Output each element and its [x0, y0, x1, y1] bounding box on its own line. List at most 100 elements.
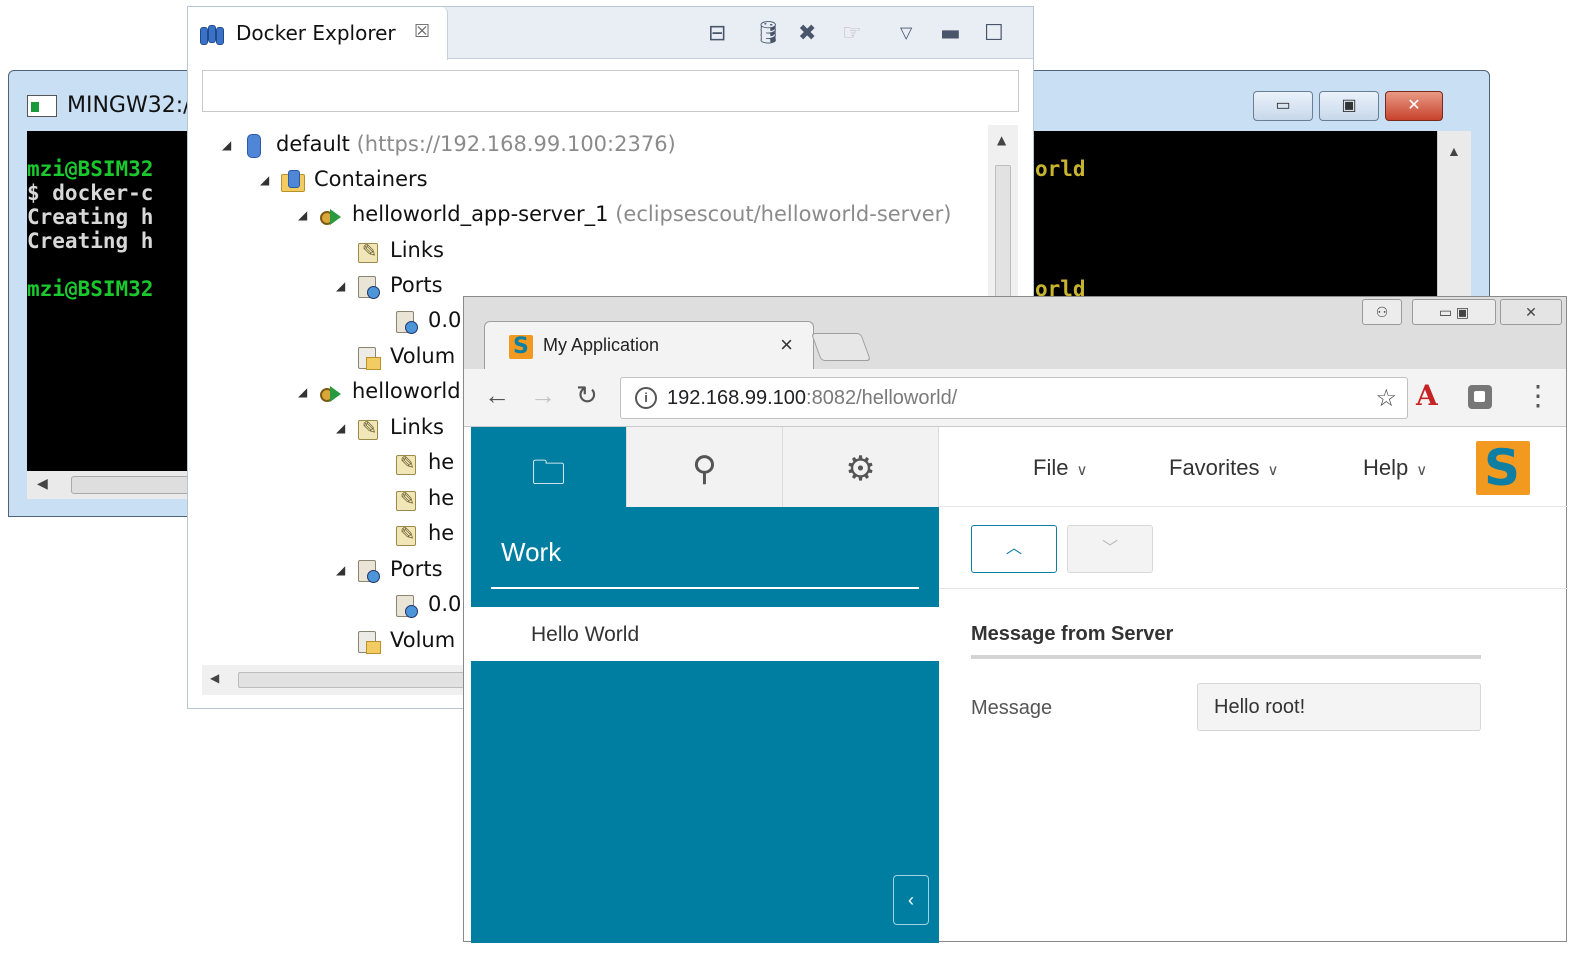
browser-tab-my-application[interactable]: S My Application × — [484, 321, 814, 369]
tree-node-ports[interactable]: ◢ Ports — [336, 270, 443, 300]
outline-node-hello-world[interactable]: Hello World — [531, 623, 639, 647]
expand-arrow-icon[interactable]: ◢ — [336, 271, 356, 301]
containers-folder-icon — [280, 168, 305, 192]
tree-node-connection[interactable]: ◢ default (https://192.168.99.100:2376) — [222, 129, 676, 159]
tree-node-port[interactable]: 0.0 — [374, 589, 461, 619]
ports-icon — [356, 274, 380, 299]
scrollbar-thumb[interactable] — [238, 672, 478, 688]
group-box-divider — [971, 655, 1481, 659]
expand-arrow-icon[interactable]: ◢ — [298, 200, 318, 230]
scout-favicon-icon: S — [509, 334, 533, 359]
message-field[interactable]: Hello root! — [1197, 683, 1481, 731]
tree-node-volumes[interactable]: Volum — [336, 625, 455, 655]
minimize-maximize-buttons[interactable]: ▭ ▣ — [1412, 299, 1496, 325]
view-menu-icon[interactable]: ▽ — [900, 23, 912, 42]
reload-icon[interactable]: ↻ — [576, 380, 598, 411]
tree-label: helloworld — [352, 379, 461, 403]
menu-label: File — [1033, 455, 1069, 480]
tree-node-port[interactable]: 0.0 — [374, 305, 461, 335]
profile-icon[interactable]: ⚇ — [1362, 299, 1402, 325]
expand-arrow-icon[interactable]: ◢ — [298, 377, 318, 407]
scroll-left-icon[interactable]: ◀ — [37, 475, 48, 492]
scroll-up-icon[interactable]: ▲ — [1447, 143, 1461, 159]
port-icon — [394, 309, 418, 334]
tree-node-link[interactable]: he — [374, 483, 455, 515]
browser-frame: ⚇ ▭ ▣ ✕ S My Application × — [464, 297, 1566, 369]
navigate-up-button[interactable]: ︿ — [971, 525, 1057, 573]
address-bar[interactable]: i 192.168.99.100:8082/helloworld/ ☆ — [620, 377, 1408, 419]
menu-help[interactable]: Help ∨ — [1363, 455, 1427, 481]
forward-arrow-icon[interactable]: → — [530, 380, 556, 411]
enable-connection-icon[interactable]: ☞ — [842, 21, 862, 46]
terminal-minimize-button[interactable]: ▭ — [1253, 91, 1313, 121]
close-tab-icon[interactable]: ☒ — [414, 21, 430, 42]
terminal-maximize-button[interactable]: ▣ — [1319, 91, 1379, 121]
docker-search-input[interactable] — [202, 70, 1019, 112]
settings-view-button[interactable]: ⚙ — [783, 427, 939, 507]
table-navigation-bar: ︿ ﹀ — [939, 507, 1568, 589]
tab-docker-explorer[interactable]: Docker Explorer ☒ — [188, 7, 448, 60]
site-info-icon[interactable]: i — [635, 387, 657, 409]
expand-arrow-icon[interactable]: ◢ — [336, 413, 356, 443]
search-view-button[interactable]: ⚲ — [627, 427, 783, 507]
back-arrow-icon[interactable]: ← — [484, 380, 510, 411]
tree-label: he — [428, 486, 455, 510]
tree-node-link[interactable]: he — [374, 518, 455, 550]
navigate-down-button[interactable]: ﹀ — [1067, 525, 1153, 573]
tree-node-containers[interactable]: ◢ Containers — [260, 164, 428, 194]
tree-label: he — [428, 521, 455, 545]
browser-tab-title: My Application — [543, 335, 660, 355]
tree-label: Volum — [390, 628, 456, 652]
view-tabbar: Docker Explorer ☒ ⊟ 🛢 ✖ ☞ ▽ ▬ ☐ — [188, 7, 1033, 60]
acrobat-extension-icon[interactable]: A — [1416, 379, 1438, 412]
tree-node-links[interactable]: ◢ Links — [336, 412, 444, 444]
maximize-view-icon[interactable]: ☐ — [984, 21, 1004, 46]
outline-title-underline — [491, 587, 919, 589]
remove-connection-icon[interactable]: ✖ — [798, 21, 816, 46]
tree-node-links[interactable]: Links — [336, 235, 444, 267]
terminal-line: Creating h — [27, 205, 154, 229]
tree-node-ports[interactable]: ◢ Ports — [336, 554, 443, 584]
expand-arrow-icon[interactable]: ◢ — [336, 555, 356, 585]
volumes-icon — [356, 629, 381, 654]
outline-title[interactable]: Work — [501, 537, 561, 568]
tree-node-link[interactable]: he — [374, 447, 454, 479]
chrome-browser-window[interactable]: ⚇ ▭ ▣ ✕ S My Application × ← → ↻ i 192.1… — [463, 296, 1568, 943]
ports-icon — [356, 558, 380, 583]
new-tab-button[interactable] — [810, 333, 872, 361]
tab-title: Docker Explorer — [236, 21, 396, 45]
menu-file[interactable]: File ∨ — [1033, 455, 1087, 481]
expand-arrow-icon[interactable]: ◢ — [222, 130, 242, 160]
expand-arrow-icon[interactable]: ◢ — [260, 165, 280, 195]
minimize-view-icon[interactable]: ▬ — [940, 21, 961, 46]
menu-label: Help — [1363, 455, 1409, 480]
close-tab-icon[interactable]: × — [780, 332, 793, 358]
tree-label: Ports — [390, 557, 443, 581]
browser-close-button[interactable]: ✕ — [1500, 299, 1562, 325]
collapse-all-icon[interactable]: ⊟ — [708, 21, 726, 46]
collapse-navigation-button[interactable]: ‹ — [893, 875, 929, 925]
tree-node-container[interactable]: ◢ helloworld — [298, 376, 461, 406]
terminal-close-button[interactable]: ✕ — [1385, 91, 1443, 121]
docker-explorer-icon — [200, 23, 226, 47]
tree-node-volumes[interactable]: Volum — [336, 341, 455, 371]
extension-icon[interactable] — [1468, 385, 1492, 409]
new-connection-icon[interactable]: 🛢 — [754, 21, 782, 46]
navigation-sidebar: 🗀 ⚲ ⚙ Work Hello World ‹ — [471, 427, 939, 943]
group-box-title: Message from Server — [971, 623, 1174, 645]
browser-menu-icon[interactable]: ⋮ — [1524, 379, 1552, 412]
scrollbar-thumb[interactable] — [995, 165, 1011, 315]
message-field-label: Message — [971, 697, 1053, 719]
outline-view-button[interactable]: 🗀 — [471, 427, 627, 507]
tree-node-container[interactable]: ◢ helloworld_app-server_1 (eclipsescout/h… — [298, 199, 952, 229]
bookmark-star-icon[interactable]: ☆ — [1375, 384, 1397, 413]
search-icon: ⚲ — [692, 450, 717, 488]
scroll-left-icon[interactable]: ◀ — [210, 671, 219, 685]
menu-favorites[interactable]: Favorites ∨ — [1169, 455, 1278, 481]
scroll-up-icon[interactable]: ▲ — [997, 133, 1006, 147]
url-host: 192.168.99.100 — [667, 387, 807, 409]
chevron-down-icon: ∨ — [1076, 462, 1088, 479]
container-running-icon — [318, 203, 342, 227]
header-menubar: File ∨ Favorites ∨ Help ∨ S — [939, 427, 1568, 507]
terminal-line: Creating h — [27, 229, 154, 253]
